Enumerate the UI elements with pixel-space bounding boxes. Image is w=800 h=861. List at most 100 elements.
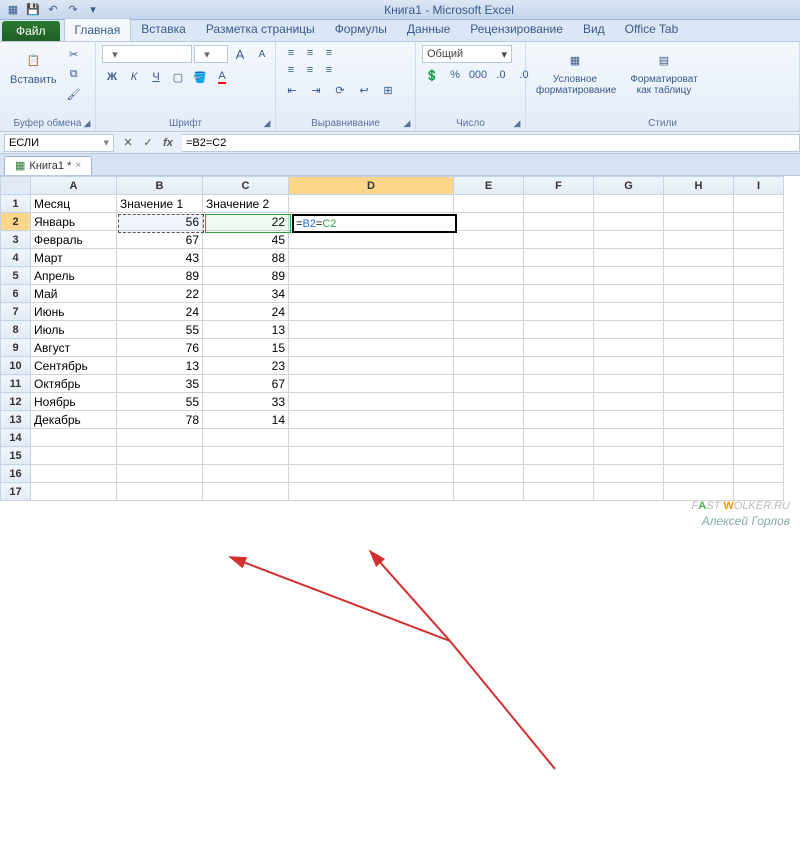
font-color-icon[interactable]: A: [212, 68, 232, 86]
cell-D6[interactable]: [289, 285, 454, 303]
cell-E9[interactable]: [454, 339, 524, 357]
cell-I14[interactable]: [734, 429, 784, 447]
cell-E8[interactable]: [454, 321, 524, 339]
copy-icon[interactable]: ⧉: [64, 65, 84, 83]
wrap-text-icon[interactable]: ↩: [354, 81, 374, 99]
cell-E15[interactable]: [454, 447, 524, 465]
grow-font-icon[interactable]: A: [230, 45, 250, 63]
align-middle-icon[interactable]: ≡: [301, 45, 319, 61]
cell-B4[interactable]: 43: [117, 249, 203, 267]
cell-F6[interactable]: [524, 285, 594, 303]
cell-I2[interactable]: [734, 213, 784, 231]
cell-H14[interactable]: [664, 429, 734, 447]
cell-H13[interactable]: [664, 411, 734, 429]
cell-C10[interactable]: 23: [203, 357, 289, 375]
cell-G11[interactable]: [594, 375, 664, 393]
cell-B13[interactable]: 78: [117, 411, 203, 429]
cell-A17[interactable]: [31, 483, 117, 501]
cell-F13[interactable]: [524, 411, 594, 429]
cell-B10[interactable]: 13: [117, 357, 203, 375]
cell-D1[interactable]: [289, 195, 454, 213]
cell-F5[interactable]: [524, 267, 594, 285]
cell-H12[interactable]: [664, 393, 734, 411]
align-center-icon[interactable]: ≡: [301, 62, 319, 78]
cell-H2[interactable]: [664, 213, 734, 231]
bold-button[interactable]: Ж: [102, 68, 122, 86]
shrink-font-icon[interactable]: A: [252, 45, 272, 63]
cell-A5[interactable]: Апрель: [31, 267, 117, 285]
cell-B14[interactable]: [117, 429, 203, 447]
cell-C8[interactable]: 13: [203, 321, 289, 339]
cell-G10[interactable]: [594, 357, 664, 375]
cell-F14[interactable]: [524, 429, 594, 447]
row-header-4[interactable]: 4: [1, 249, 31, 267]
cell-G13[interactable]: [594, 411, 664, 429]
cell-B8[interactable]: 55: [117, 321, 203, 339]
cell-A8[interactable]: Июль: [31, 321, 117, 339]
cell-B6[interactable]: 22: [117, 285, 203, 303]
col-header-E[interactable]: E: [454, 177, 524, 195]
cell-E17[interactable]: [454, 483, 524, 501]
cell-G1[interactable]: [594, 195, 664, 213]
select-all-corner[interactable]: [1, 177, 31, 195]
cell-C4[interactable]: 88: [203, 249, 289, 267]
cell-H8[interactable]: [664, 321, 734, 339]
workbook-tab[interactable]: ▦ Книга1 * ×: [4, 156, 92, 175]
cell-A12[interactable]: Ноябрь: [31, 393, 117, 411]
cell-G17[interactable]: [594, 483, 664, 501]
cell-A10[interactable]: Сентябрь: [31, 357, 117, 375]
col-header-I[interactable]: I: [734, 177, 784, 195]
file-tab[interactable]: Файл: [2, 21, 60, 41]
cell-I15[interactable]: [734, 447, 784, 465]
cell-C1[interactable]: Значение 2: [203, 195, 289, 213]
cell-H11[interactable]: [664, 375, 734, 393]
cell-E4[interactable]: [454, 249, 524, 267]
fill-color-icon[interactable]: 🪣: [190, 68, 210, 86]
cell-F12[interactable]: [524, 393, 594, 411]
cell-C16[interactable]: [203, 465, 289, 483]
cell-F17[interactable]: [524, 483, 594, 501]
cell-E11[interactable]: [454, 375, 524, 393]
accept-formula-icon[interactable]: ✓: [140, 136, 156, 149]
cell-C12[interactable]: 33: [203, 393, 289, 411]
cell-D15[interactable]: [289, 447, 454, 465]
cancel-formula-icon[interactable]: ✕: [120, 136, 136, 149]
align-top-icon[interactable]: ≡: [282, 45, 300, 61]
cell-F15[interactable]: [524, 447, 594, 465]
cell-A9[interactable]: Август: [31, 339, 117, 357]
align-left-icon[interactable]: ≡: [282, 62, 300, 78]
cell-G12[interactable]: [594, 393, 664, 411]
cell-A1[interactable]: Месяц: [31, 195, 117, 213]
row-header-7[interactable]: 7: [1, 303, 31, 321]
cell-E3[interactable]: [454, 231, 524, 249]
col-header-H[interactable]: H: [664, 177, 734, 195]
cell-C3[interactable]: 45: [203, 231, 289, 249]
cell-I11[interactable]: [734, 375, 784, 393]
cell-D7[interactable]: [289, 303, 454, 321]
ribbon-tab-вид[interactable]: Вид: [573, 18, 615, 41]
cell-F7[interactable]: [524, 303, 594, 321]
cell-F1[interactable]: [524, 195, 594, 213]
cell-H1[interactable]: [664, 195, 734, 213]
cell-B1[interactable]: Значение 1: [117, 195, 203, 213]
cell-G14[interactable]: [594, 429, 664, 447]
currency-icon[interactable]: 💲: [422, 66, 442, 84]
cell-I7[interactable]: [734, 303, 784, 321]
name-box[interactable]: ЕСЛИ▾: [4, 134, 114, 152]
save-icon[interactable]: 💾: [24, 2, 42, 18]
cell-F4[interactable]: [524, 249, 594, 267]
cell-H4[interactable]: [664, 249, 734, 267]
cell-C17[interactable]: [203, 483, 289, 501]
cell-B5[interactable]: 89: [117, 267, 203, 285]
ribbon-tab-вставка[interactable]: Вставка: [131, 18, 196, 41]
cell-D3[interactable]: [289, 231, 454, 249]
dialog-launcher-icon[interactable]: ◢: [261, 117, 273, 129]
cell-B16[interactable]: [117, 465, 203, 483]
cell-F11[interactable]: [524, 375, 594, 393]
cell-B12[interactable]: 55: [117, 393, 203, 411]
dialog-launcher-icon[interactable]: ◢: [401, 117, 413, 129]
cell-H15[interactable]: [664, 447, 734, 465]
underline-button[interactable]: Ч: [146, 68, 166, 86]
cell-D16[interactable]: [289, 465, 454, 483]
format-as-table-button[interactable]: ▤ Форматироват как таблицу: [621, 45, 707, 98]
